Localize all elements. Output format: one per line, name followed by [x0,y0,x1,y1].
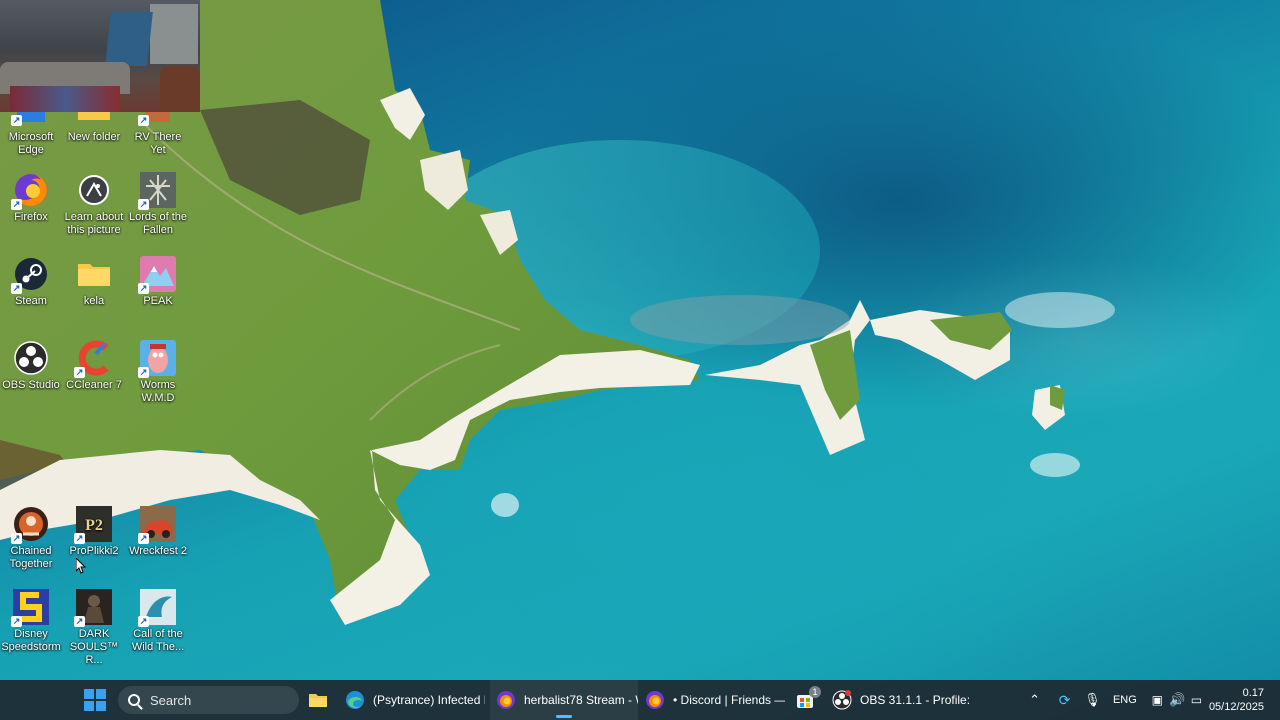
worms-icon: ↗ [138,340,176,378]
lords-of-the-fallen-icon: ↗ [138,172,176,210]
microphone-icon[interactable]: 🎙 [1082,692,1103,708]
desktop-icon-call-of-the-wild[interactable]: ↗ Call of the Wild The... [127,589,189,654]
desktop-icon-worms-wmd[interactable]: ↗ Worms W.M.D [127,340,189,405]
edge-icon: ↗ [11,112,49,128]
icon-label: kela [83,295,105,307]
network-icon[interactable]: ▣ [1147,693,1168,707]
folder-icon [76,256,112,292]
mouse-cursor-icon [76,558,86,574]
dark-souls-icon: ↗ [74,589,112,627]
taskbar-app-label: (Psytrance) Infected Mu [373,693,485,707]
icon-label: OBS Studio [2,379,60,391]
icon-label: Wreckfest 2 [129,545,187,557]
desktop-icon-steam[interactable]: ↗ Steam [0,256,62,308]
desktop-icon-firefox[interactable]: ↗ Firefox [0,172,62,224]
speedstorm-icon: ↗ [11,589,49,627]
search-icon [128,694,140,706]
file-explorer-icon [309,694,327,707]
icon-label: RV There Yet [134,131,182,156]
taskbar-app-label: herbalist78 Stream - Wa [524,693,638,707]
firefox-icon [646,691,664,709]
taskbar: Search (Psytrance) Infected Mu herbalist… [0,680,1280,720]
taskbar-app-firefox-discord[interactable]: • Discord | Friends — M [645,680,785,720]
desktop-icon-learn-about-this-picture[interactable]: Learn about this picture [63,172,125,237]
desktop-icon-dark-souls[interactable]: ↗ DARK SOULS™ R... [63,589,125,667]
icon-label: Steam [15,295,47,307]
desktop-icon-disney-speedstorm[interactable]: ↗ Disney Speedstorm [0,589,62,654]
icon-label: Learn about this picture [64,211,124,236]
firefox-icon: ↗ [11,172,49,210]
desktop-icon-microsoft-edge[interactable]: ↗ Microsoft Edge [0,112,62,157]
rv-there-yet-icon: ↗ [138,112,176,128]
icon-label: DARK SOULS™ R... [69,628,119,666]
desktop-icon-rv-there-yet[interactable]: ↗ RV There Yet [127,112,189,157]
edge-icon [346,691,364,709]
webcam-overlay [0,0,200,112]
camera-icon [76,172,112,208]
desktop-icon-chained-together[interactable]: ↗ Chained Together [0,506,62,571]
call-of-the-wild-icon: ↗ [138,589,176,627]
folder-icon [76,112,112,128]
icon-label: Call of the Wild The... [131,628,185,653]
icon-label: Firefox [14,211,48,223]
battery-icon[interactable]: ▭ [1187,693,1206,707]
chevron-up-icon[interactable]: ⌃ [1026,692,1043,708]
icon-label: Microsoft Edge [8,131,54,156]
taskbar-app-edge[interactable]: (Psytrance) Infected Mu [345,680,485,720]
start-button[interactable] [84,689,106,711]
sync-icon[interactable]: ⟳ [1051,692,1078,709]
search-placeholder: Search [150,692,192,708]
clock-time: 0.17 [1242,687,1264,699]
icon-label: CCleaner 7 [66,379,122,391]
icon-label: PEAK [143,295,173,307]
desktop-icon-new-folder[interactable]: New folder [63,112,125,144]
obs-icon [832,690,852,710]
taskbar-app-file-explorer[interactable] [308,680,330,720]
desktop-icon-obs-studio[interactable]: OBS Studio [0,340,62,392]
steam-icon: ↗ [11,256,49,294]
desktop-icon-proplikki2[interactable]: P2 ↗ ProPlikki2 [63,506,125,558]
clock-date: 05/12/2025 [1208,701,1264,713]
desktop-icon-wreckfest-2[interactable]: ↗ Wreckfest 2 [127,506,189,558]
taskbar-search-box[interactable]: Search [118,686,299,714]
icon-label: Lords of the Fallen [128,211,188,236]
proplikki-icon: P2 ↗ [74,506,112,544]
firefox-icon [497,691,515,709]
icon-label: New folder [67,131,121,143]
taskbar-app-label: OBS 31.1.1 - Profile: Unti [860,693,972,707]
taskbar-app-firefox-stream[interactable]: herbalist78 Stream - Wa [490,680,638,720]
icon-label: Chained Together [9,545,53,570]
taskbar-app-store[interactable]: 1 [795,680,821,720]
notification-badge: 1 [809,686,821,698]
language-indicator[interactable]: ENG [1113,694,1137,706]
svg-text:P2: P2 [85,517,103,534]
desktop-icon-peak[interactable]: ↗ PEAK [127,256,189,308]
taskbar-clock[interactable]: 0.17 05/12/2025 [1209,686,1264,714]
taskbar-app-obs[interactable]: OBS 31.1.1 - Profile: Unti [832,680,972,720]
icon-label: Disney Speedstorm [1,628,61,653]
icon-label: Worms W.M.D [140,379,176,404]
obs-icon [13,340,49,376]
volume-icon[interactable]: 🔊 [1168,692,1187,708]
icon-label: ProPlikki2 [69,545,119,557]
ccleaner-icon: ↗ [74,340,112,378]
peak-icon: ↗ [138,256,176,294]
desktop-icon-lords-of-the-fallen[interactable]: ↗ Lords of the Fallen [127,172,189,237]
system-tray: ⌃ ⟳ 🎙 ENG ▣ 🔊 ▭ [1026,680,1206,720]
wreckfest-icon: ↗ [138,506,176,544]
desktop-icon-ccleaner-7[interactable]: ↗ CCleaner 7 [63,340,125,392]
taskbar-app-label: • Discord | Friends — M [673,693,785,707]
desktop-icon-kela[interactable]: kela [63,256,125,308]
chained-together-icon: ↗ [11,506,49,544]
